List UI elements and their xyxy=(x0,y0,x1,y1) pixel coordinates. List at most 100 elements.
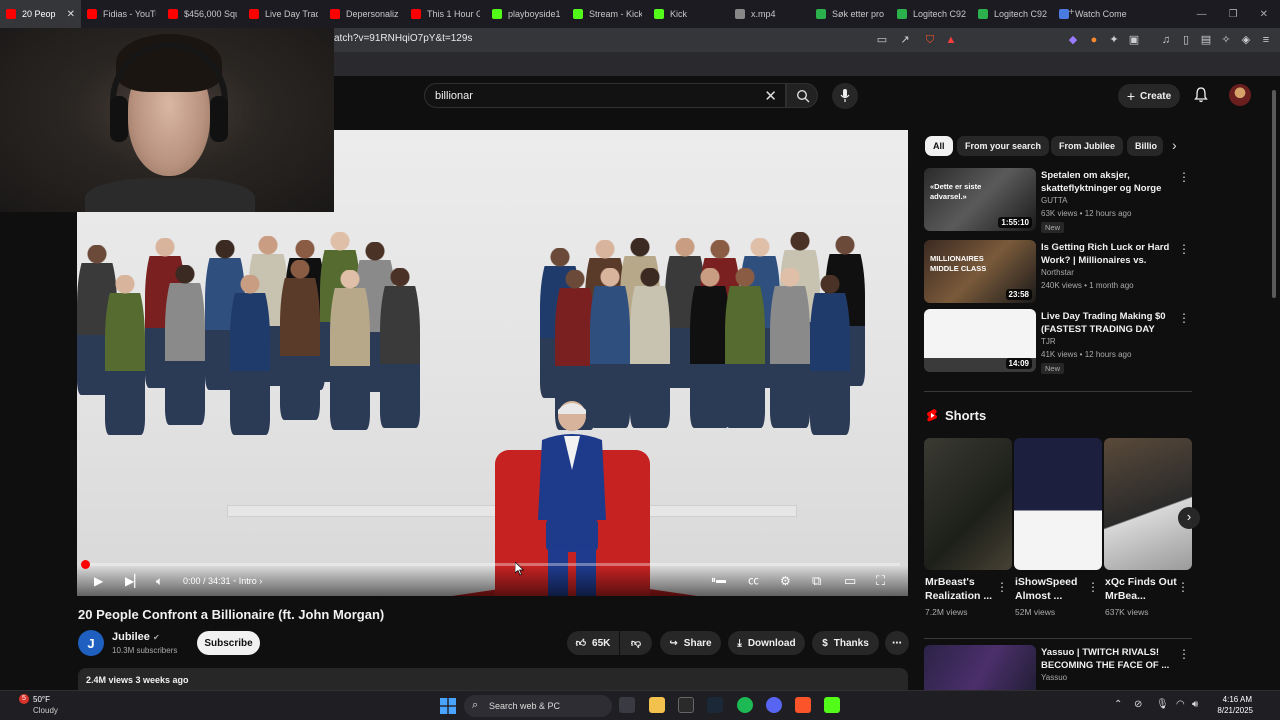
create-button[interactable]: + Create xyxy=(1118,84,1180,108)
clear-search-icon[interactable]: ✕ xyxy=(764,87,777,105)
clock-date[interactable]: 8/21/2025 xyxy=(1213,706,1253,715)
short-title-2[interactable]: iShowSpeed Almost ... xyxy=(1015,575,1093,603)
short-title-3[interactable]: xQc Finds Out MrBea... xyxy=(1105,575,1183,603)
thanks-button[interactable]: $ Thanks xyxy=(812,631,879,655)
clock-time[interactable]: 4:16 AM xyxy=(1222,695,1252,704)
install-icon[interactable]: ▭ xyxy=(876,34,888,46)
media-icon[interactable]: ♫ xyxy=(1160,34,1172,46)
brave-browser-icon[interactable] xyxy=(795,697,811,713)
vpn-shield-icon[interactable]: ◈ xyxy=(1240,34,1252,46)
chapter-chevron-icon[interactable]: › xyxy=(259,576,262,586)
close-window-icon[interactable]: ✕ xyxy=(1260,9,1268,20)
settings-gear-icon[interactable]: ⚙ xyxy=(780,573,791,589)
wallet-card-icon[interactable]: ▤ xyxy=(1200,34,1212,46)
rec-thumbnail[interactable]: MILLIONAIRES MIDDLE CLASS 23:58 xyxy=(924,240,1036,303)
browser-tab[interactable]: Kick xyxy=(648,0,729,28)
weather-icon[interactable]: 5 xyxy=(19,694,29,704)
browser-menu-icon[interactable]: ≡ xyxy=(1260,34,1272,46)
rec-more-icon[interactable]: ⋮ xyxy=(1178,242,1190,256)
chip-all[interactable]: All xyxy=(925,136,953,156)
chip-from-your-search[interactable]: From your search xyxy=(957,136,1050,156)
rec-bottom-more-icon[interactable]: ⋮ xyxy=(1178,647,1190,661)
sidebar-icon[interactable]: ▯ xyxy=(1180,34,1192,46)
rec-title[interactable]: Live Day Trading Making $0 (FASTEST TRAD… xyxy=(1041,310,1179,336)
fullscreen-icon[interactable]: ⛶ xyxy=(876,573,885,589)
tray-wifi-icon[interactable]: ◠ xyxy=(1176,699,1185,710)
browser-tab[interactable]: 20 Peop ✕ xyxy=(0,0,81,28)
notifications-bell-icon[interactable] xyxy=(1194,87,1208,103)
leo-ai-icon[interactable]: ✧ xyxy=(1220,34,1232,46)
brave-shield-icon[interactable]: ⛉ xyxy=(923,34,937,46)
weather-description[interactable]: Cloudy xyxy=(33,706,58,715)
short-thumbnail-2[interactable] xyxy=(1014,438,1102,570)
chip-from-jubilee[interactable]: From Jubilee xyxy=(1051,136,1124,156)
browser-tab[interactable]: playboyside1 xyxy=(486,0,567,28)
browser-tab[interactable]: Søk etter pro xyxy=(810,0,891,28)
rec-channel-text[interactable]: Northstar xyxy=(1041,268,1074,277)
download-button[interactable]: ⤓ Download xyxy=(728,631,805,655)
more-actions-button[interactable]: ⋯ xyxy=(885,631,909,655)
windows-start-icon[interactable] xyxy=(440,698,456,714)
dislike-button[interactable]: 👎︎ xyxy=(620,631,652,655)
chapter-label[interactable]: Intro xyxy=(239,576,257,586)
rec-title[interactable]: Spetalen om aksjer, skatteflyktninger og… xyxy=(1041,169,1179,195)
short-3-more-icon[interactable]: ⋮ xyxy=(1177,580,1189,594)
recommendation-item[interactable]: MILLIONAIRES MIDDLE CLASS 23:58 Is Getti… xyxy=(924,240,1194,304)
weather-temperature[interactable]: 50°F xyxy=(33,695,50,704)
volume-icon[interactable]: 🔈︎ xyxy=(156,573,163,589)
short-thumbnail-3[interactable] xyxy=(1104,438,1192,570)
subscribe-button[interactable]: Subscribe xyxy=(197,631,260,655)
browser-tab[interactable]: Watch Come xyxy=(1053,0,1134,28)
extensions-puzzle-icon[interactable]: ✦ xyxy=(1108,34,1120,46)
play-icon[interactable]: ▶ xyxy=(94,573,103,589)
discord-icon[interactable] xyxy=(766,697,782,713)
app-green-icon[interactable] xyxy=(824,697,840,713)
rec-channel[interactable]: TJR xyxy=(1041,337,1056,346)
epic-games-icon[interactable] xyxy=(678,697,694,713)
brave-rewards-icon[interactable]: ▲ xyxy=(945,34,957,46)
steam-icon[interactable] xyxy=(707,697,723,713)
page-scrollbar[interactable] xyxy=(1272,90,1276,298)
rec-more-icon[interactable]: ⋮ xyxy=(1178,311,1190,325)
short-2-more-icon[interactable]: ⋮ xyxy=(1087,580,1099,594)
recommendation-item[interactable]: 14:09 Live Day Trading Making $0 (FASTES… xyxy=(924,309,1194,374)
new-tab-icon[interactable]: + xyxy=(1069,7,1075,18)
browser-tab[interactable]: Logitech C92 xyxy=(972,0,1053,28)
shorts-next-chevron-icon[interactable]: › xyxy=(1178,507,1200,529)
restore-icon[interactable]: ❐ xyxy=(1229,9,1238,20)
rec-thumbnail[interactable]: «Dette er siste advarsel.» 1:55:10 xyxy=(924,168,1036,231)
rec-title[interactable]: Is Getting Rich Luck or Hard Work? | Mil… xyxy=(1041,241,1179,267)
tray-volume-icon[interactable]: 🔊︎ xyxy=(1192,699,1198,710)
chip-billio[interactable]: Billio xyxy=(1127,136,1163,156)
account-avatar[interactable] xyxy=(1229,84,1251,106)
rec-channel-text[interactable]: TJR xyxy=(1041,337,1056,346)
autoplay-toggle[interactable]: ⏸▬ xyxy=(711,573,726,589)
tray-camera-off-icon[interactable]: ⊘ xyxy=(1134,699,1142,710)
theater-mode-icon[interactable]: ▭ xyxy=(844,573,856,589)
short-1-more-icon[interactable]: ⋮ xyxy=(996,580,1008,594)
extension-orange-icon[interactable]: ● xyxy=(1088,34,1100,46)
browser-tab[interactable]: Live Day Trad xyxy=(243,0,324,28)
channel-name[interactable]: Jubilee ✔ xyxy=(112,631,160,643)
rec-bottom-title[interactable]: Yassuo | TWITCH RIVALS! BECOMING THE FAC… xyxy=(1041,646,1179,672)
rec-channel-text[interactable]: GUTTA xyxy=(1041,196,1068,205)
minimize-icon[interactable]: — xyxy=(1197,9,1207,20)
browser-tab[interactable]: Logitech C92 xyxy=(891,0,972,28)
short-thumbnail-1[interactable] xyxy=(924,438,1012,570)
search-box[interactable]: billionar ✕ xyxy=(424,83,786,108)
browser-tab[interactable]: x.mp4 xyxy=(729,0,810,28)
chips-next-chevron-icon[interactable]: › xyxy=(1172,137,1177,153)
task-view-icon[interactable] xyxy=(619,697,635,713)
url-field[interactable]: atch?v=91RNHqiO7pY&t=129s xyxy=(334,33,472,44)
share-button[interactable]: ↪ Share xyxy=(660,631,721,655)
like-button[interactable]: 👍︎ 65K xyxy=(567,631,619,655)
channel-avatar[interactable]: J xyxy=(78,630,104,656)
voice-search-button[interactable] xyxy=(832,83,858,109)
rec-thumbnail[interactable]: 14:09 xyxy=(924,309,1036,372)
tray-overflow-icon[interactable]: ⌃ xyxy=(1114,699,1122,710)
browser-tab[interactable]: $456,000 Squ xyxy=(162,0,243,28)
channel-name-text[interactable]: Jubilee xyxy=(112,631,150,643)
spotify-icon[interactable] xyxy=(737,697,753,713)
browser-tab[interactable]: Depersonaliz xyxy=(324,0,405,28)
miniplayer-icon[interactable]: ⧉ xyxy=(812,573,821,589)
